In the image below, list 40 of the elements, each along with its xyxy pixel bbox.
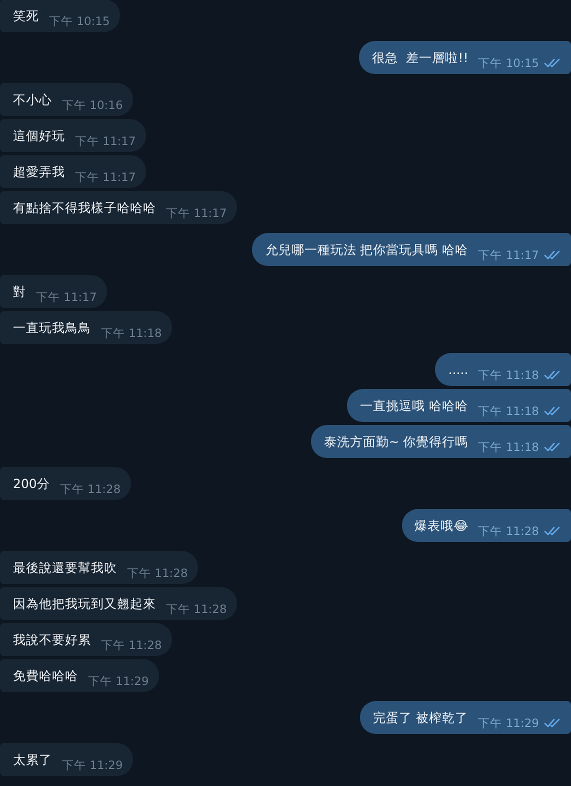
message-time: 下午 11:18 [478,440,539,454]
message-text: 太累了 [13,751,52,769]
message-time: 下午 11:28 [478,524,539,538]
message-time: 下午 11:17 [75,170,136,184]
message-text: 一直玩我鳥鳥 [13,319,91,337]
message-time: 下午 11:28 [166,602,227,616]
message-text: 我說不要好累 [13,631,91,649]
message-text: 對 [13,283,26,301]
message-text: 超愛弄我 [13,163,65,181]
message-text: 免費哈哈哈 [13,667,78,685]
message-time: 下午 11:17 [36,290,97,304]
message-time: 下午 11:28 [127,566,188,580]
message-time: 下午 11:29 [88,674,149,688]
message-time: 下午 11:17 [478,248,539,262]
message-text: 笑死 [13,7,39,25]
message-text: 不小心 [13,91,52,109]
message-text: 最後說還要幫我吹 [13,559,117,577]
message-time: 下午 11:18 [101,326,162,340]
message-text: 這個好玩 [13,127,65,145]
message-time: 下午 11:28 [60,482,121,496]
message-text: 泰洗方面勤~ 你覺得行嗎 [324,433,468,451]
message-time: 下午 11:29 [478,716,539,730]
message-time: 下午 10:15 [49,14,110,28]
message-text: 允兒哪一種玩法 把你當玩具嗎 哈哈 [265,241,468,259]
message-text: 200分 [13,475,50,493]
message-text: 爆表哦😂 [414,517,468,535]
message-text: 因為他把我玩到又翹起來 [13,595,156,613]
message-text: 完蛋了 被榨乾了 [373,709,468,727]
message-time: 下午 10:15 [478,56,539,70]
message-text: 一直挑逗哦 哈哈哈 [360,397,468,415]
message-time: 下午 11:17 [75,134,136,148]
message-text: ..... [448,361,468,379]
message-time: 下午 11:29 [62,758,123,772]
message-time: 下午 11:28 [101,638,162,652]
message-time: 下午 11:18 [478,404,539,418]
message-text: 很急 差一層啦!! [372,49,468,67]
message-time: 下午 10:16 [62,98,123,112]
message-time: 下午 11:18 [478,368,539,382]
message-text: 有點捨不得我樣子哈哈哈 [13,199,156,217]
message-time: 下午 11:17 [166,206,227,220]
